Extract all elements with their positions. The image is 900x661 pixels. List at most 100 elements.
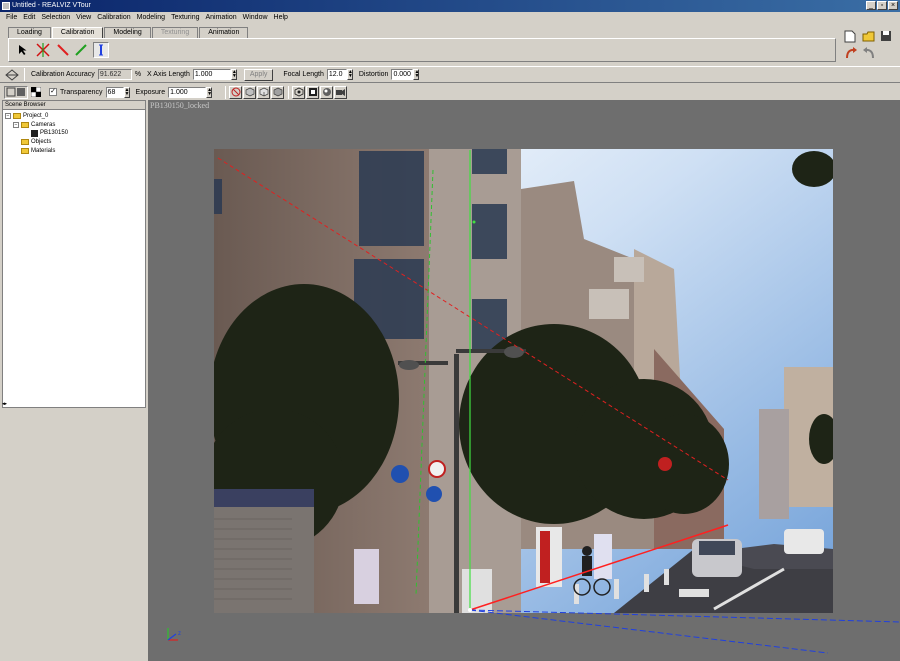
menu-selection[interactable]: Selection <box>38 14 73 21</box>
calibration-tool-strip <box>8 38 836 62</box>
focal-length-label: Focal Length <box>283 71 324 78</box>
redo-icon[interactable] <box>862 46 876 60</box>
y-axis-endpoint[interactable] <box>472 220 476 224</box>
wireframe-icon[interactable] <box>292 85 306 99</box>
transparency-label: Transparency <box>60 88 103 96</box>
tree-item-project[interactable]: − Project_0 <box>5 112 48 120</box>
title-bar: Untitled - REALVIZ VTour _ ▫ × <box>0 0 900 12</box>
tab-loading[interactable]: Loading <box>8 27 51 38</box>
reset-view-icon[interactable] <box>229 85 243 99</box>
toolbar-divider <box>225 85 227 99</box>
tab-animation[interactable]: Animation <box>199 27 249 38</box>
tree-item-label: Objects <box>31 139 52 145</box>
cube-top-icon[interactable] <box>271 85 285 99</box>
calibration-parameters-bar: Calibration Accuracy 91.622 % X Axis Len… <box>0 66 900 83</box>
x-axis-guide-upper[interactable] <box>217 157 729 481</box>
transparency-input[interactable]: 68 <box>105 86 124 98</box>
shaded-icon[interactable] <box>320 85 334 99</box>
transparency-spinner[interactable]: ▲ ▼ <box>123 86 130 98</box>
distortion-spinner[interactable]: ▲ ▼ <box>413 69 420 80</box>
apply-button[interactable]: Apply <box>243 68 274 81</box>
toolbar-divider <box>288 85 290 99</box>
menu-animation[interactable]: Animation <box>202 14 239 21</box>
textured-icon[interactable] <box>306 85 320 99</box>
transparency-checkbox[interactable]: ✓ <box>49 88 57 96</box>
cube-side-icon[interactable] <box>257 85 271 99</box>
image-viewport[interactable]: PB130150_locked z <box>148 100 900 661</box>
window-title: Untitled - REALVIZ VTour <box>12 2 91 9</box>
menu-calibration[interactable]: Calibration <box>94 14 133 21</box>
menu-window[interactable]: Window <box>240 14 271 21</box>
app-icon <box>2 2 10 10</box>
select-arrow-icon[interactable] <box>15 42 31 58</box>
calibration-mode-icon[interactable] <box>4 67 20 82</box>
exposure-spinner[interactable]: ▲ ▼ <box>206 86 213 98</box>
tab-texturing: Texturing <box>151 27 199 38</box>
collapse-icon[interactable]: − <box>13 122 19 128</box>
vanishing-point-icon[interactable] <box>35 42 51 58</box>
tree-item-cameras[interactable]: − Cameras <box>13 121 55 129</box>
x-axis-length-input[interactable]: 1.000 <box>192 69 231 80</box>
mode-tabs: Loading Calibration Modeling Texturing A… <box>8 27 249 38</box>
focal-length-spinner[interactable]: ▲ ▼ <box>346 69 353 80</box>
menu-edit[interactable]: Edit <box>20 14 38 21</box>
tree-item-label: Materials <box>31 148 56 154</box>
menu-help[interactable]: Help <box>271 14 291 21</box>
exposure-input[interactable]: 1.000 <box>168 86 207 98</box>
undo-icon[interactable] <box>844 46 858 60</box>
x-axis-guide-lower[interactable] <box>469 524 729 611</box>
tab-modeling[interactable]: Modeling <box>104 27 151 38</box>
distortion-label: Distortion <box>358 71 389 78</box>
collapse-icon[interactable]: − <box>5 113 11 119</box>
tree-item-camera-pb130150[interactable]: PB130150 <box>31 129 68 137</box>
view-mode-toggle[interactable] <box>4 85 28 99</box>
z-axis-line-icon[interactable] <box>93 42 109 58</box>
origin-point[interactable] <box>468 608 472 612</box>
x-axis-line-icon[interactable] <box>55 42 71 58</box>
tree-item-label: Project_0 <box>23 113 49 119</box>
tree-item-objects[interactable]: Objects <box>21 138 51 146</box>
folder-icon <box>21 122 29 128</box>
minimize-button[interactable]: _ <box>866 1 876 10</box>
scene-browser-title: Scene Browser <box>3 101 145 110</box>
cube-front-icon[interactable] <box>243 85 257 99</box>
z-axis-guide-near[interactable] <box>469 609 829 654</box>
x-axis-length-label: X Axis Length <box>147 71 190 78</box>
scene-browser: Scene Browser − Project_0 − Cameras PB13… <box>2 100 146 408</box>
menu-modeling[interactable]: Modeling <box>134 14 168 21</box>
folder-icon <box>13 113 21 119</box>
tree-item-label: Cameras <box>31 122 56 128</box>
menu-file[interactable]: File <box>3 14 20 21</box>
folder-icon <box>21 139 29 145</box>
x-axis-length-spinner[interactable]: ▲ ▼ <box>230 69 237 80</box>
svg-text:z: z <box>178 631 181 637</box>
folder-icon <box>21 148 29 154</box>
camera-icon <box>31 129 38 137</box>
menu-texturing[interactable]: Texturing <box>168 14 202 21</box>
focal-length-input[interactable]: 12.0 <box>326 69 347 80</box>
calibration-lines-overlay <box>217 150 900 654</box>
tree-item-materials[interactable]: Materials <box>21 147 55 155</box>
menu-bar: File Edit Selection View Calibration Mod… <box>0 12 900 23</box>
accuracy-percent-unit: % <box>134 71 142 78</box>
new-file-icon[interactable] <box>844 30 858 44</box>
display-options-bar: ✓ Transparency 68 ▲ ▼ Exposure 1.000 ▲ ▼ <box>0 84 900 100</box>
calibration-accuracy-field: 91.622 <box>97 69 132 80</box>
mode-panel: Loading Calibration Modeling Texturing A… <box>4 24 836 63</box>
menu-view[interactable]: View <box>73 14 94 21</box>
tab-calibration[interactable]: Calibration <box>51 27 104 38</box>
y-axis-line-icon[interactable] <box>73 42 89 58</box>
splitter-handle[interactable]: ◂▸ <box>2 401 16 407</box>
toolbar-divider <box>24 68 25 81</box>
distortion-input[interactable]: 0.000 <box>391 69 414 80</box>
z-axis-guide-far[interactable] <box>469 609 900 623</box>
close-button[interactable]: × <box>888 1 898 10</box>
camera-view-icon[interactable] <box>334 85 348 99</box>
y-axis-guide-left[interactable] <box>415 169 434 596</box>
tree-item-label: PB130150 <box>40 130 69 136</box>
checker-pattern-icon[interactable] <box>29 85 42 99</box>
restore-button[interactable]: ▫ <box>877 1 887 10</box>
save-icon[interactable] <box>880 30 894 44</box>
open-file-icon[interactable] <box>862 30 876 44</box>
file-quick-icons <box>840 28 896 64</box>
